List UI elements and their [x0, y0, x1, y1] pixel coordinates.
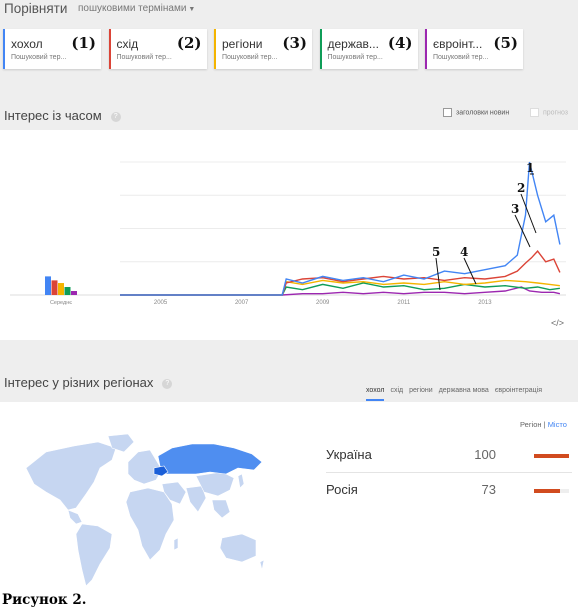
checkbox-icon — [530, 108, 539, 117]
term-kind: Пошуковий тер... — [327, 54, 383, 61]
region-city-toggle: Регіон | Місто — [520, 420, 567, 429]
news-headlines-label: заголовки новин — [456, 109, 510, 117]
caret-down-icon: ▼ — [188, 6, 196, 13]
annotation-arrow — [514, 214, 531, 248]
country-bar-fill — [534, 489, 560, 493]
term-card[interactable]: хохол Пошуковий тер... (1) — [3, 29, 101, 69]
country-value: 73 — [481, 482, 496, 497]
embed-code-icon[interactable]: </> — [551, 318, 564, 328]
average-label: Середнє — [50, 300, 72, 306]
map-se-asia — [211, 499, 231, 519]
term-label: регіони — [222, 37, 263, 51]
annotation-label: 4 — [460, 245, 468, 259]
term-color-stripe — [425, 29, 427, 69]
interest-over-time-title: Інтерес із часом? — [4, 108, 121, 123]
world-map[interactable] — [16, 430, 266, 600]
regions-title: Інтерес у різних регіонах? — [4, 375, 173, 390]
average-bar — [64, 287, 71, 295]
checkbox-icon — [443, 108, 452, 117]
term-color-stripe — [319, 29, 322, 69]
help-icon[interactable]: ? — [110, 111, 121, 122]
country-name: Україна — [326, 447, 372, 462]
term-card[interactable]: євроінт... Пошуковий тер... (5) — [425, 29, 523, 69]
line-chart: 2005 2007 2009 2011 2013 Середнє 12 3 4 5 — [10, 161, 566, 306]
map-north-america — [25, 441, 117, 511]
forecast-label: прогноз — [543, 109, 569, 117]
term-number: (5) — [493, 34, 518, 52]
map-new-zealand — [259, 559, 265, 571]
x-tick-label: 2009 — [316, 300, 330, 306]
term-label: хохол — [11, 37, 43, 51]
compare-mode-label: пошуковими термінами — [78, 3, 187, 14]
term-number: (4) — [387, 34, 413, 52]
term-card[interactable]: схід Пошуковий тер... (2) — [108, 29, 207, 69]
annotation-label: 3 — [511, 202, 519, 216]
average-bar — [71, 291, 77, 295]
term-number: (3) — [282, 34, 307, 52]
term-color-stripe — [108, 29, 111, 69]
map-russia[interactable] — [157, 443, 263, 475]
term-number: (2) — [176, 34, 202, 52]
term-color-stripe — [3, 29, 5, 69]
term-color-stripe — [214, 29, 216, 69]
term-kind: Пошуковий тер... — [222, 54, 278, 61]
map-australia — [219, 533, 257, 563]
country-bar-fill — [534, 454, 569, 458]
term-kind: Пошуковий тер... — [116, 54, 172, 61]
country-name: Росія — [326, 482, 358, 497]
term-card[interactable]: держав... Пошуковий тер... (4) — [319, 29, 418, 69]
term-kind: Пошуковий тер... — [433, 54, 489, 61]
interest-chart: 2005 2007 2009 2011 2013 Середнє 1 2 3 4 5 — [0, 130, 578, 340]
x-tick-label: 2007 — [235, 300, 249, 306]
annotation-label: 2 — [517, 181, 525, 195]
region-tab[interactable]: державна мова — [439, 387, 489, 394]
toggle-city[interactable]: Місто — [548, 420, 567, 429]
map-japan — [237, 473, 245, 489]
forecast-checkbox[interactable]: прогноз — [530, 108, 568, 117]
term-number: (1) — [71, 34, 96, 52]
region-term-tabs: хохол схід регіони державна мова євроінтегра… — [366, 387, 548, 401]
interest-over-time-label: Інтерес із часом — [4, 108, 102, 123]
country-value: 100 — [474, 447, 496, 462]
region-tab[interactable]: євроінтеграція — [495, 387, 542, 394]
map-europe — [127, 449, 163, 485]
figure-caption: Рисунок 2. — [2, 592, 87, 608]
annotation-label: 5 — [432, 245, 440, 259]
country-row[interactable]: Україна 100 — [326, 447, 572, 475]
term-kind: Пошуковий тер... — [11, 54, 67, 61]
country-row[interactable]: Росія 73 — [326, 482, 572, 510]
term-label: схід — [116, 37, 139, 51]
regions-title-label: Інтерес у різних регіонах — [4, 375, 154, 390]
term-label: держав... — [327, 37, 379, 51]
help-icon[interactable]: ? — [162, 378, 173, 389]
region-tab[interactable]: хохол — [366, 387, 385, 401]
map-central-america — [67, 509, 83, 525]
x-tick-label: 2005 — [154, 300, 168, 306]
map-madagascar — [173, 537, 179, 551]
country-bar-track — [534, 489, 569, 493]
row-divider — [326, 472, 572, 473]
x-tick-label: 2013 — [478, 300, 492, 306]
compare-mode-dropdown[interactable]: пошуковими термінами ▼ — [78, 3, 195, 14]
x-tick-label: 2011 — [397, 300, 411, 306]
average-bar — [51, 280, 58, 295]
average-bar — [58, 283, 64, 295]
country-bar-track — [534, 454, 569, 458]
annotation-label: 1 — [526, 161, 534, 175]
term-card[interactable]: регіони Пошуковий тер... (3) — [214, 29, 312, 69]
map-south-america — [75, 523, 113, 587]
term-label: євроінт... — [433, 37, 483, 51]
average-bar — [45, 276, 51, 295]
region-tab[interactable]: схід — [390, 387, 403, 394]
news-headlines-checkbox[interactable]: заголовки новин — [443, 108, 509, 117]
toggle-region[interactable]: Регіон — [520, 420, 542, 429]
map-africa — [125, 487, 175, 561]
region-tab[interactable]: регіони — [409, 387, 433, 394]
compare-title: Порівняти — [4, 1, 68, 16]
